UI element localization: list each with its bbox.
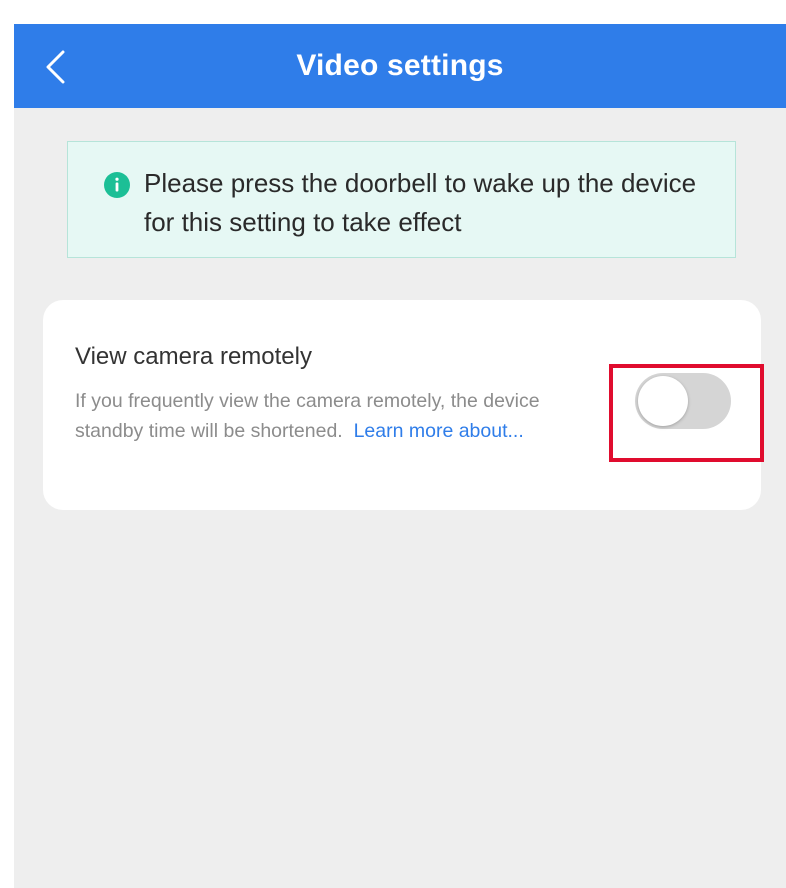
info-icon: [104, 172, 130, 198]
remote-view-description: If you frequently view the camera remote…: [75, 386, 599, 446]
wake-device-notice: Please press the doorbell to wake up the…: [67, 141, 736, 258]
learn-more-link[interactable]: Learn more about...: [354, 420, 524, 442]
toggle-knob: [638, 376, 688, 426]
page-title: Video settings: [296, 49, 504, 82]
screen: Video settings Please press the doorbell…: [14, 24, 786, 888]
remote-view-toggle[interactable]: [635, 373, 731, 429]
notice-text: Please press the doorbell to wake up the…: [144, 168, 697, 237]
remote-view-card: View camera remotely If you frequently v…: [43, 300, 761, 510]
header-bar: Video settings: [14, 24, 786, 108]
remote-view-title: View camera remotely: [75, 343, 312, 370]
